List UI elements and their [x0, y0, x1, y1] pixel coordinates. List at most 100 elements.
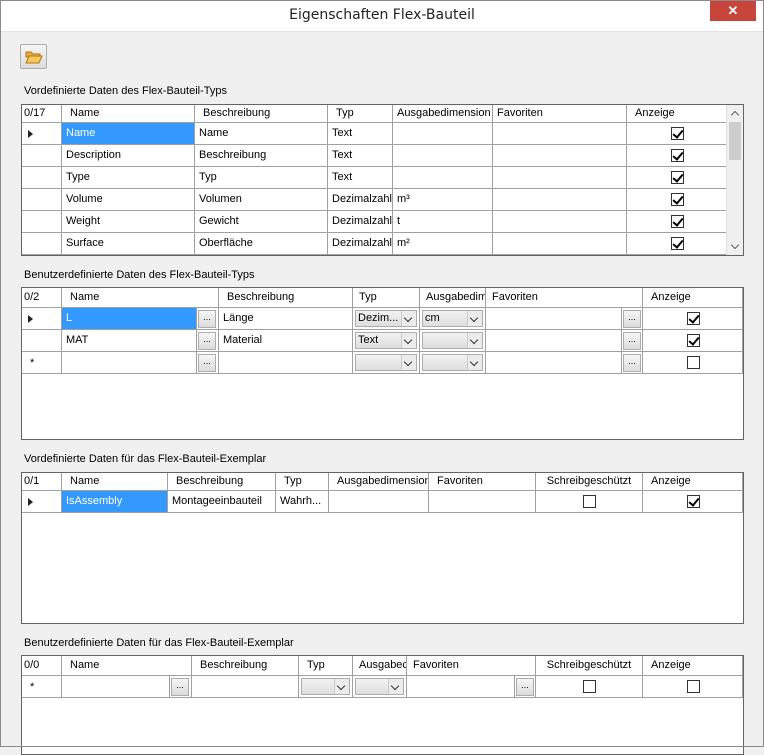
cell-anzeige[interactable] — [627, 233, 727, 255]
ausgabedimension-combobox[interactable] — [422, 332, 483, 349]
row-header[interactable] — [22, 233, 62, 255]
col-header-schreibgeschuetzt[interactable]: Schreibgeschützt — [536, 473, 643, 490]
cell-name-edit[interactable]: ... — [170, 676, 192, 698]
cell-name-edit[interactable]: ... — [197, 308, 219, 330]
cell-anzeige[interactable] — [643, 676, 743, 698]
col-header-beschreibung[interactable]: Beschreibung — [219, 288, 353, 307]
cell-ausgabedimension[interactable] — [393, 145, 493, 167]
col-header-favoriten[interactable]: Favoriten — [493, 105, 627, 122]
col-header-typ[interactable]: Typ — [353, 288, 420, 307]
col-header-name[interactable]: Name — [62, 105, 195, 122]
col-header-beschreibung[interactable]: Beschreibung — [168, 473, 276, 490]
anzeige-checkbox[interactable] — [670, 149, 684, 162]
chevron-down-icon[interactable] — [334, 679, 349, 694]
ausgabedimension-combobox[interactable]: cm — [422, 310, 483, 327]
anzeige-checkbox[interactable] — [686, 495, 700, 508]
typ-combobox[interactable]: Dezim... — [355, 310, 417, 327]
cell-favoriten-edit[interactable]: ... — [622, 330, 643, 352]
scroll-thumb[interactable] — [729, 122, 741, 160]
chevron-down-icon[interactable] — [388, 679, 403, 694]
row-header[interactable] — [22, 189, 62, 211]
cell-anzeige[interactable] — [643, 491, 743, 513]
row-header[interactable] — [22, 145, 62, 167]
col-header-ausgabedimension[interactable]: Ausgabedim — [420, 288, 486, 307]
cell-name[interactable] — [62, 352, 197, 374]
row-header[interactable]: * — [22, 352, 62, 374]
cell-favoriten[interactable] — [493, 233, 627, 255]
cell-name-edit[interactable]: ... — [197, 330, 219, 352]
anzeige-checkbox[interactable] — [670, 215, 684, 228]
chevron-down-icon[interactable] — [401, 311, 416, 326]
cell-typ[interactable]: Dezimalzahl — [328, 233, 393, 255]
table-row[interactable]: Surface Oberfläche Dezimalzahl m² — [22, 233, 727, 255]
cell-beschreibung[interactable]: Typ — [195, 167, 328, 189]
cell-beschreibung[interactable]: Montageeinbauteil — [168, 491, 276, 513]
col-header-anzeige[interactable]: Anzeige — [627, 105, 727, 122]
cell-favoriten[interactable] — [493, 145, 627, 167]
favoriten-ellipsis-button[interactable]: ... — [623, 310, 641, 328]
cell-name[interactable]: L — [62, 308, 197, 330]
cell-ausgabedimension[interactable]: m³ — [393, 189, 493, 211]
cell-ausgabedimension[interactable]: cm — [420, 308, 486, 330]
typ-combobox[interactable] — [355, 354, 417, 371]
anzeige-checkbox[interactable] — [670, 127, 684, 140]
cell-typ[interactable]: Wahrh... — [276, 491, 329, 513]
anzeige-checkbox[interactable] — [686, 680, 700, 693]
schreibgeschuetzt-checkbox[interactable] — [583, 495, 596, 508]
cell-beschreibung[interactable]: Material — [219, 330, 353, 352]
schreibgeschuetzt-checkbox[interactable] — [583, 680, 596, 693]
col-header-typ[interactable]: Typ — [276, 473, 329, 490]
anzeige-checkbox[interactable] — [686, 334, 700, 347]
cell-typ[interactable]: Text — [353, 330, 420, 352]
favoriten-ellipsis-button[interactable]: ... — [623, 332, 641, 350]
anzeige-checkbox[interactable] — [670, 237, 684, 250]
close-button[interactable]: ✕ — [710, 1, 756, 21]
cell-ausgabedimension[interactable] — [420, 330, 486, 352]
col-header-favoriten[interactable]: Favoriten — [486, 288, 622, 307]
cell-typ[interactable]: Text — [328, 123, 393, 145]
typ-combobox[interactable]: Text — [355, 332, 417, 349]
anzeige-checkbox[interactable] — [686, 356, 700, 369]
cell-name[interactable]: Surface — [62, 233, 195, 255]
table-row[interactable]: IsAssembly Montageeinbauteil Wahrh... — [22, 491, 743, 513]
row-header[interactable]: * — [22, 676, 62, 698]
cell-beschreibung[interactable]: Name — [195, 123, 328, 145]
cell-anzeige[interactable] — [627, 211, 727, 233]
cell-name[interactable]: Volume — [62, 189, 195, 211]
cell-typ[interactable] — [353, 352, 420, 374]
cell-favoriten[interactable] — [429, 491, 536, 513]
table-row[interactable]: Name Name Text — [22, 123, 727, 145]
col-header-ausgabedimension[interactable]: Ausgabedimension — [329, 473, 429, 490]
table-row[interactable]: Type Typ Text — [22, 167, 727, 189]
name-ellipsis-button[interactable]: ... — [198, 310, 216, 328]
cell-favoriten[interactable] — [493, 123, 627, 145]
anzeige-checkbox[interactable] — [670, 171, 684, 184]
scroll-up-icon[interactable] — [727, 105, 743, 121]
col-header-name[interactable]: Name — [62, 288, 197, 307]
cell-name[interactable]: Description — [62, 145, 195, 167]
cell-beschreibung[interactable]: Oberfläche — [195, 233, 328, 255]
cell-favoriten[interactable] — [486, 352, 622, 374]
col-header-ausgabedimension[interactable]: Ausgabedimension — [393, 105, 493, 122]
cell-favoriten[interactable] — [493, 189, 627, 211]
open-folder-button[interactable] — [20, 44, 47, 69]
typ-combobox[interactable] — [301, 678, 350, 695]
cell-anzeige[interactable] — [643, 308, 743, 330]
cell-beschreibung[interactable] — [219, 352, 353, 374]
cell-ausgabedimension[interactable] — [393, 123, 493, 145]
cell-ausgabedimension[interactable] — [420, 352, 486, 374]
name-ellipsis-button[interactable]: ... — [171, 678, 189, 696]
table-row[interactable]: Description Beschreibung Text — [22, 145, 727, 167]
row-header[interactable] — [22, 211, 62, 233]
cell-anzeige[interactable] — [643, 330, 743, 352]
chevron-down-icon[interactable] — [467, 333, 482, 348]
col-header-anzeige[interactable]: Anzeige — [643, 656, 743, 675]
cell-name-edit[interactable]: ... — [197, 352, 219, 374]
anzeige-checkbox[interactable] — [686, 312, 700, 325]
cell-ausgabedimension[interactable] — [329, 491, 429, 513]
favoriten-ellipsis-button[interactable]: ... — [623, 354, 641, 372]
cell-ausgabedimension[interactable] — [393, 167, 493, 189]
col-header-typ[interactable]: Typ — [299, 656, 353, 675]
cell-schreibgeschuetzt[interactable] — [536, 491, 643, 513]
anzeige-checkbox[interactable] — [670, 193, 684, 206]
